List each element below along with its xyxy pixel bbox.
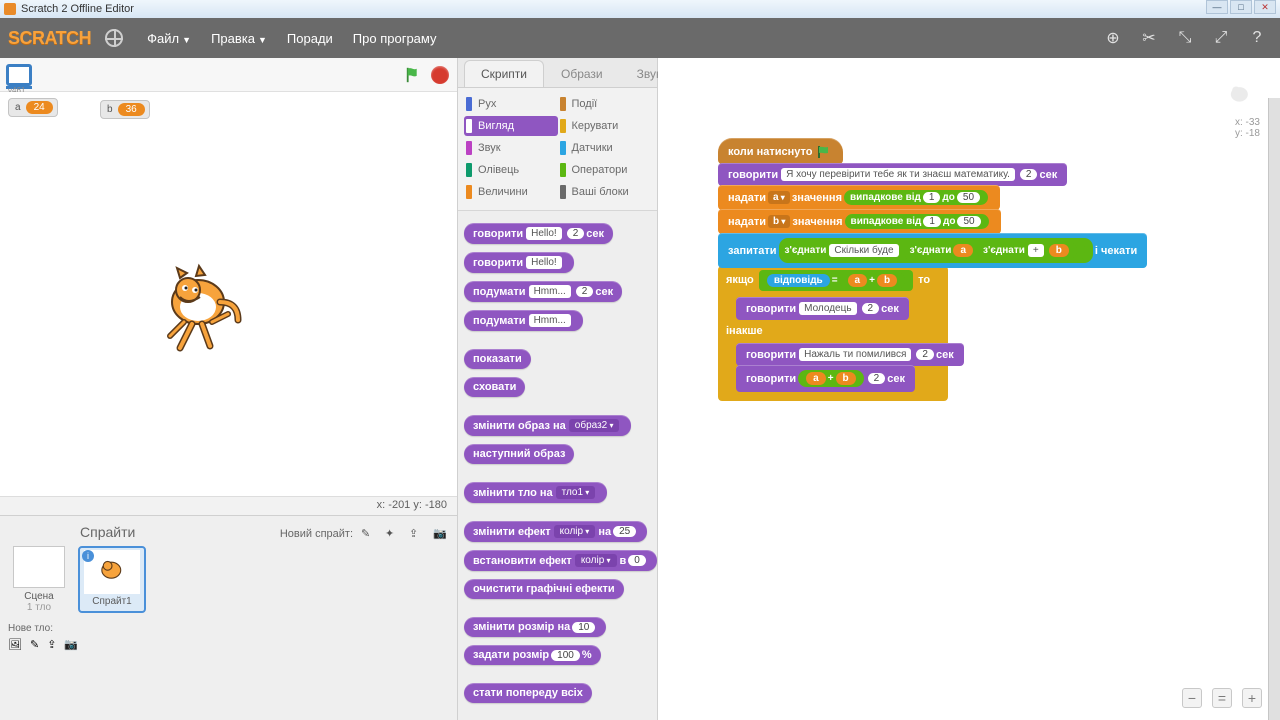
block-think[interactable]: подуматиHmm...	[464, 310, 583, 331]
block-set-size[interactable]: задати розмір100%	[464, 645, 601, 665]
blk-ask[interactable]: запитати з'єднатиСкільки буде з'єднатиa …	[718, 233, 1147, 268]
cat-data[interactable]: Величини	[464, 182, 558, 202]
block-change-size[interactable]: змінити розмір на10	[464, 617, 606, 637]
close-button[interactable]: ✕	[1254, 0, 1276, 14]
shrink-icon[interactable]: ⤢	[1212, 29, 1230, 47]
blk-say-bad[interactable]: говоритиНажаль ти помилився2сек	[736, 343, 964, 366]
cat-pen[interactable]: Олівець	[464, 160, 558, 180]
cat-more[interactable]: Ваші блоки	[558, 182, 652, 202]
block-show[interactable]: показати	[464, 349, 531, 369]
blk-set-a[interactable]: надатиaзначення випадкове від1до50	[718, 185, 1000, 210]
blk-say-intro[interactable]: говоритиЯ хочу перевірити тебе як ти зна…	[718, 163, 1067, 186]
block-switch-costume[interactable]: змінити образ наобраз2	[464, 415, 631, 436]
stage-header: v461	[0, 58, 457, 92]
block-think-secs[interactable]: подуматиHmm...2сек	[464, 281, 622, 302]
sprite-pane: Спрайти Новий спрайт: ✎ ✦ ⇪ 📷 Сцена 1 тл…	[0, 515, 457, 720]
blk-say-good[interactable]: говоритиМолодець2сек	[736, 297, 909, 320]
scissors-icon[interactable]: ✂	[1140, 29, 1158, 47]
menu-tips[interactable]: Поради	[277, 31, 343, 46]
stage-thumbnail[interactable]: Сцена 1 тло	[8, 546, 70, 613]
scratch-logo: SCRATCH	[8, 28, 91, 49]
paint-backdrop-icon[interactable]: ✎	[30, 638, 39, 651]
block-set-effect[interactable]: встановити ефектколірв0	[464, 550, 657, 571]
upload-backdrop-icon[interactable]: ⇪	[47, 638, 56, 651]
help-icon[interactable]: ?	[1248, 29, 1266, 47]
block-say[interactable]: говоритиHello!	[464, 252, 574, 273]
zoom-in-icon[interactable]: +	[1242, 688, 1262, 708]
window-titlebar: Scratch 2 Offline Editor — □ ✕	[0, 0, 1280, 18]
cat-sensing[interactable]: Датчики	[558, 138, 652, 158]
variable-monitor-b[interactable]: b36	[100, 100, 150, 119]
info-icon[interactable]: i	[82, 550, 94, 562]
block-say-secs[interactable]: говоритиHello!2сек	[464, 223, 613, 244]
camera-sprite-icon[interactable]: 📷	[433, 527, 449, 541]
menu-about[interactable]: Про програму	[343, 31, 447, 46]
zoom-reset-icon[interactable]: =	[1212, 688, 1232, 708]
sprite-info-thumb: x: -33y: -18	[1220, 78, 1260, 139]
cat-events[interactable]: Події	[558, 94, 652, 114]
stamp-icon[interactable]: ⊕	[1104, 29, 1122, 47]
stop-icon[interactable]	[431, 66, 449, 84]
blk-when-flag[interactable]: коли натиснуто	[718, 138, 843, 164]
block-change-effect[interactable]: змінити ефектколірна25	[464, 521, 647, 542]
grow-icon[interactable]: ⤡	[1176, 29, 1194, 47]
app-menubar: SCRATCH Файл▼ Правка▼ Поради Про програм…	[0, 18, 1280, 58]
maximize-button[interactable]: □	[1230, 0, 1252, 14]
green-flag-icon[interactable]	[405, 66, 423, 84]
block-go-front[interactable]: стати попереду всіх	[464, 683, 592, 703]
menu-edit[interactable]: Правка▼	[201, 31, 277, 46]
cat-looks[interactable]: Вигляд	[464, 116, 558, 136]
window-title: Scratch 2 Offline Editor	[21, 3, 134, 15]
editor-tabs: Скрипти Образи Звуки	[458, 58, 657, 88]
block-categories: Рух Події Вигляд Керувати Звук Датчики О…	[458, 88, 657, 210]
app-icon	[4, 3, 16, 15]
language-icon[interactable]	[105, 29, 123, 47]
block-clear-effects[interactable]: очистити графічні ефекти	[464, 579, 624, 599]
camera-backdrop-icon[interactable]: 📷	[64, 638, 78, 651]
new-backdrop-label: Нове тло:	[8, 623, 449, 634]
zoom-controls: − = +	[1182, 688, 1262, 708]
block-hide[interactable]: сховати	[464, 377, 525, 397]
tab-scripts[interactable]: Скрипти	[464, 60, 544, 87]
stage-canvas[interactable]: a24 b36	[0, 92, 457, 497]
blk-say-sum[interactable]: говорити a+b 2сек	[736, 365, 915, 392]
block-palette[interactable]: говоритиHello!2сек говоритиHello! подума…	[458, 210, 657, 720]
cat-sound[interactable]: Звук	[464, 138, 558, 158]
blk-set-b[interactable]: надатиbзначення випадкове від1до50	[718, 209, 1001, 234]
block-next-costume[interactable]: наступний образ	[464, 444, 574, 464]
minimize-button[interactable]: —	[1206, 0, 1228, 14]
blk-if-else[interactable]: якщо відповідь = a+b то говоритиМолодець…	[718, 266, 948, 401]
choose-backdrop-icon[interactable]: 🖼	[8, 638, 22, 651]
new-sprite-label: Новий спрайт:	[280, 528, 353, 540]
backpack-handle[interactable]	[1268, 98, 1280, 720]
script-area[interactable]: x: -33y: -18 коли натиснуто говоритиЯ хо…	[658, 58, 1280, 720]
menu-file[interactable]: Файл▼	[137, 31, 201, 46]
choose-sprite-icon[interactable]: ✎	[361, 527, 377, 541]
cat-operators[interactable]: Оператори	[558, 160, 652, 180]
sprite-pane-title: Спрайти	[8, 522, 135, 546]
tab-costumes[interactable]: Образи	[544, 60, 620, 87]
sprite-cat[interactable]	[150, 252, 250, 362]
cat-motion[interactable]: Рух	[464, 94, 558, 114]
block-switch-backdrop[interactable]: змінити тло натло1	[464, 482, 607, 503]
zoom-out-icon[interactable]: −	[1182, 688, 1202, 708]
cat-control[interactable]: Керувати	[558, 116, 652, 136]
variable-monitor-a[interactable]: a24	[8, 98, 58, 117]
mouse-coords: x: -201 y: -180	[0, 497, 457, 515]
upload-sprite-icon[interactable]: ⇪	[409, 527, 425, 541]
paint-sprite-icon[interactable]: ✦	[385, 527, 401, 541]
sprite-thumbnail-1[interactable]: i Спрайт1	[78, 546, 146, 613]
fullscreen-icon[interactable]	[6, 64, 32, 86]
